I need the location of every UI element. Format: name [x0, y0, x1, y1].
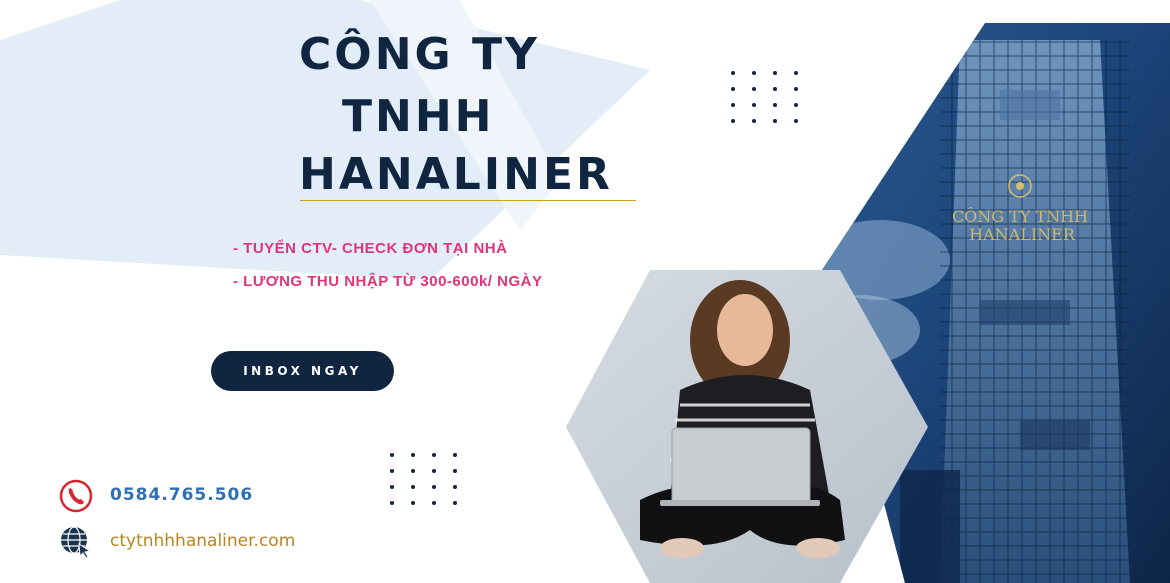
website-link[interactable]: ctytnhhhanaliner.com — [110, 531, 295, 551]
company-title-line-2: TNHH — [342, 91, 495, 142]
company-title-line-3: HANALINER — [299, 149, 613, 200]
laptop — [671, 427, 811, 505]
company-title-line-1: CÔNG TY — [299, 29, 540, 80]
bullet-salary: - LƯƠNG THU NHẬP TỪ 300-600k/ NGÀY — [233, 273, 543, 290]
title-underline — [300, 200, 636, 201]
globe-cursor-icon — [61, 526, 92, 559]
bullet-recruit: - TUYỂN CTV- CHECK ĐƠN TẠI NHÀ — [233, 240, 508, 257]
phone-number[interactable]: 0584.765.506 — [110, 485, 253, 505]
decorative-dots-top — [731, 71, 800, 123]
banner: CÔNG TY TNHH HANALINER CÔNG TY TNHH HANA… — [0, 0, 1170, 583]
phone-icon — [59, 479, 93, 513]
decorative-dots-bottom — [390, 453, 459, 505]
inbox-now-button[interactable]: INBOX NGAY — [211, 351, 394, 391]
